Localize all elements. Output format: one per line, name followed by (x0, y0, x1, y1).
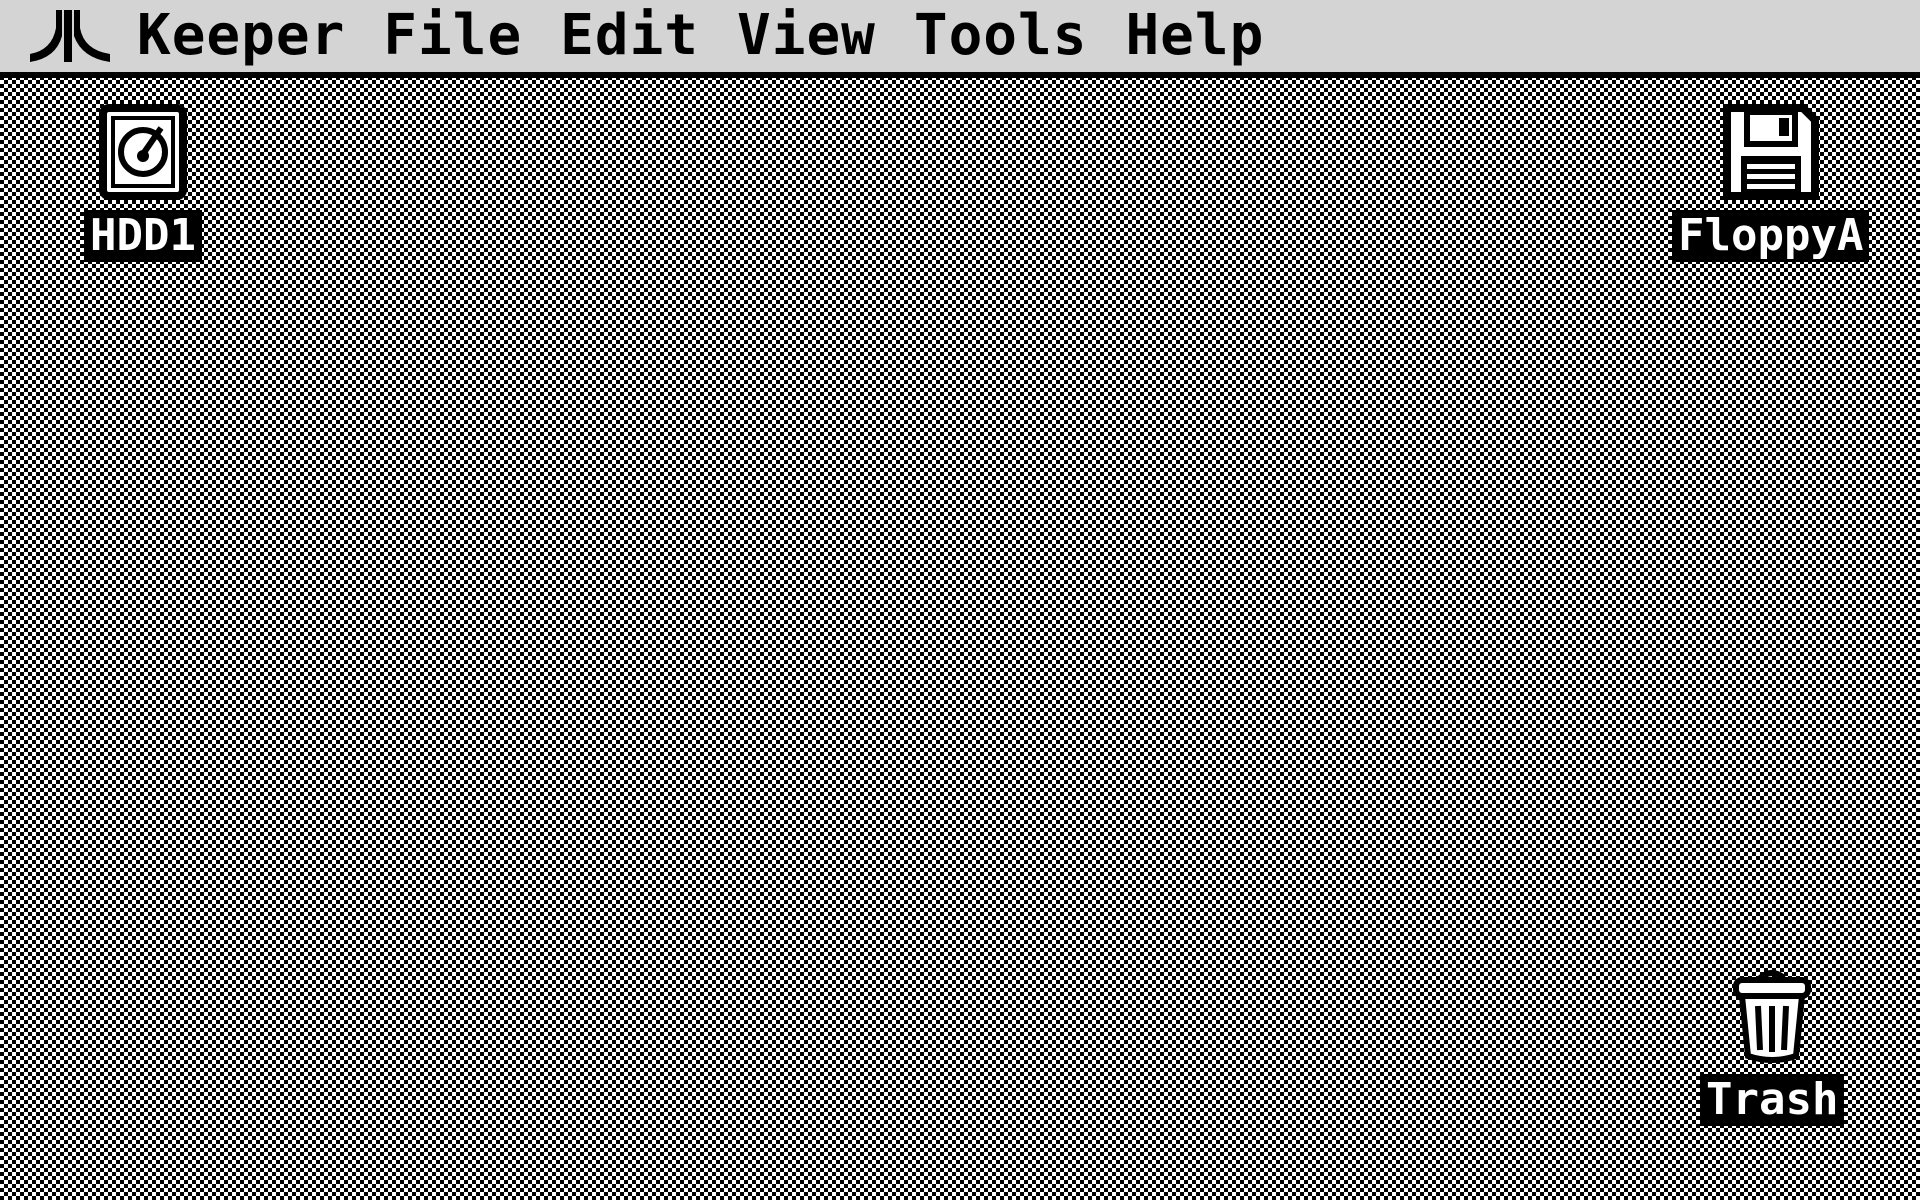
menu-edit[interactable]: Edit (541, 0, 718, 75)
menu-help[interactable]: Help (1106, 0, 1283, 75)
floppy-disk-icon[interactable] (1722, 104, 1819, 200)
menu-tools[interactable]: Tools (895, 0, 1107, 75)
desktop-icon-label: HDD1 (84, 210, 202, 262)
desktop-icon-hdd1[interactable]: HDD1 (84, 104, 202, 262)
menu-file[interactable]: File (364, 0, 541, 75)
desktop-icon-label: FloppyA (1672, 210, 1870, 262)
menu-view[interactable]: View (718, 0, 895, 75)
menu-bar: Keeper File Edit View Tools Help (0, 0, 1920, 78)
trash-can-icon[interactable] (1724, 968, 1820, 1064)
desktop-icon-trash[interactable]: Trash (1700, 968, 1845, 1126)
menu-keeper[interactable]: Keeper (118, 0, 364, 75)
desktop-icon-label: Trash (1700, 1074, 1845, 1126)
hard-drive-icon[interactable] (95, 104, 191, 200)
atari-fuji-icon[interactable] (22, 0, 118, 75)
desktop-icon-floppya[interactable]: FloppyA (1672, 104, 1870, 262)
